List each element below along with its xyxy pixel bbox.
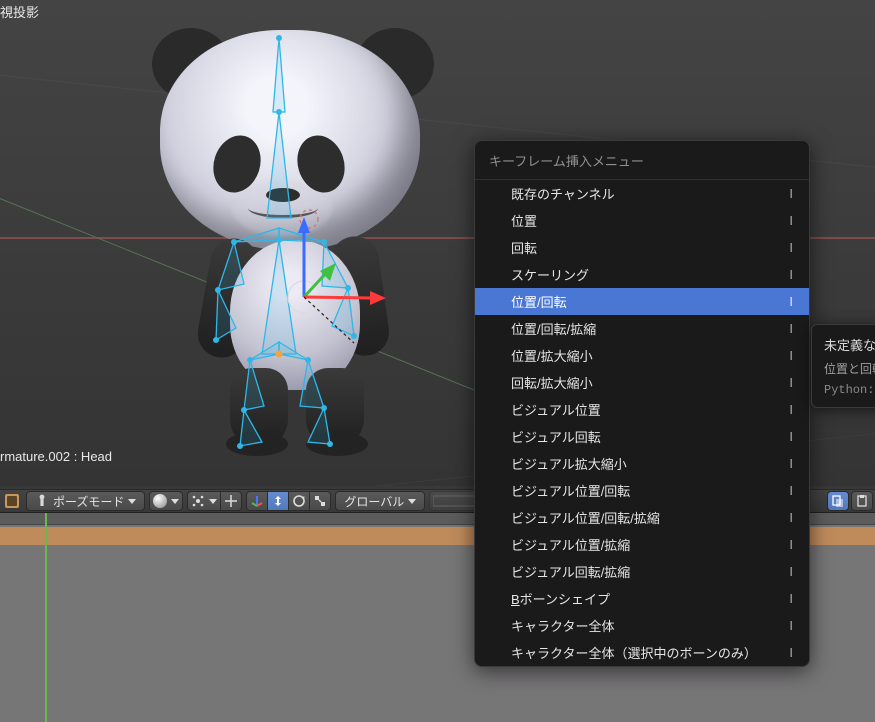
tooltip-description: 位置と回転 <box>824 360 875 377</box>
projection-label: 視投影 <box>0 2 39 21</box>
menu-item-label: 位置 <box>511 211 537 230</box>
gizmo-group <box>246 491 331 511</box>
menu-item-shortcut: I <box>789 591 793 606</box>
menu-item-label: キャラクター全体（選択中のボーンのみ） <box>511 643 757 662</box>
menu-items: 既存のチャンネルI位置I回転IスケーリングI位置/回転I位置/回転/拡縮I位置/… <box>475 180 809 666</box>
menu-item-shortcut: I <box>789 402 793 417</box>
panda-foot-left <box>226 432 288 456</box>
rotate-icon <box>292 494 306 508</box>
menu-title: キーフレーム挿入メニュー <box>475 141 809 180</box>
pivot-group <box>187 491 242 511</box>
pivot-dropdown[interactable] <box>187 491 220 511</box>
center-only-icon <box>224 494 238 508</box>
menu-item-label: スケーリング <box>511 265 589 284</box>
menu-item[interactable]: キャラクター全体（選択中のボーンのみ） I <box>475 639 809 666</box>
translate-icon <box>271 494 285 508</box>
menu-item[interactable]: 既存のチャンネル I <box>475 180 809 207</box>
menu-item[interactable]: 位置 I <box>475 207 809 234</box>
character-panda <box>150 20 430 460</box>
menu-item-shortcut: I <box>789 294 793 309</box>
menu-item-shortcut: I <box>789 213 793 228</box>
menu-item-label: Bボーンシェイプ <box>511 589 610 608</box>
chevron-down-icon <box>209 499 217 504</box>
menu-item[interactable]: ビジュアル位置/拡縮 I <box>475 531 809 558</box>
timeline-playhead[interactable] <box>45 513 47 722</box>
menu-item-label: ビジュアル回転/拡縮 <box>511 562 630 581</box>
menu-item-label: キャラクター全体 <box>511 616 614 635</box>
menu-item[interactable]: 位置/回転/拡縮 I <box>475 315 809 342</box>
gizmo-translate-toggle[interactable] <box>267 491 288 511</box>
panda-mouth <box>248 198 318 218</box>
menu-item[interactable]: ビジュアル拡大縮小 I <box>475 450 809 477</box>
chevron-down-icon <box>128 499 136 504</box>
menu-item[interactable]: 回転/拡大縮小 I <box>475 369 809 396</box>
gizmo-scale-toggle[interactable] <box>309 491 331 511</box>
menu-item-label: ビジュアル拡大縮小 <box>511 454 627 473</box>
gizmo-rotate-toggle[interactable] <box>288 491 309 511</box>
selection-label: rmature.002 : Head <box>0 449 112 464</box>
menu-item-shortcut: I <box>789 348 793 363</box>
tooltip-title: 未定義なら <box>824 335 875 354</box>
menu-item-shortcut: I <box>789 456 793 471</box>
menu-item[interactable]: ビジュアル回転/拡縮 I <box>475 558 809 585</box>
menu-item-label: 既存のチャンネル <box>511 184 615 203</box>
menu-item[interactable]: 位置/拡大縮小 I <box>475 342 809 369</box>
menu-item-shortcut: I <box>789 645 793 660</box>
menu-item-shortcut: I <box>789 321 793 336</box>
menu-item[interactable]: ビジュアル位置 I <box>475 396 809 423</box>
menu-item-shortcut: I <box>789 375 793 390</box>
menu-item[interactable]: 位置/回転 I <box>475 288 809 315</box>
chevron-down-icon <box>171 499 179 504</box>
mode-dropdown[interactable]: ポーズモード <box>26 491 145 511</box>
pivot-median-icon <box>191 494 205 508</box>
menu-item-label: 位置/回転 <box>511 292 567 311</box>
insert-keyframe-menu: キーフレーム挿入メニュー 既存のチャンネルI位置I回転IスケーリングI位置/回転… <box>474 140 810 667</box>
copy-icon <box>831 494 845 508</box>
menu-item-shortcut: I <box>789 510 793 525</box>
header-right-group <box>827 491 873 511</box>
orientation-label: グローバル <box>344 493 404 510</box>
menu-item-shortcut: I <box>789 483 793 498</box>
shading-dropdown[interactable] <box>149 491 183 511</box>
menu-item-label: 回転 <box>511 238 537 257</box>
menu-item-shortcut: I <box>789 618 793 633</box>
menu-item-label: ビジュアル位置 <box>511 400 601 419</box>
tooltip-python: Python: <box>824 383 875 397</box>
editor-type-icon[interactable] <box>2 491 22 511</box>
pose-mode-icon <box>35 494 49 508</box>
menu-item-label: 位置/回転/拡縮 <box>511 319 596 338</box>
chevron-down-icon <box>408 499 416 504</box>
scale-icon <box>313 494 327 508</box>
mode-label: ポーズモード <box>53 493 124 510</box>
menu-item-shortcut: I <box>789 240 793 255</box>
menu-item[interactable]: Bボーンシェイプ I <box>475 585 809 612</box>
menu-item-shortcut: I <box>789 537 793 552</box>
menu-item[interactable]: ビジュアル回転 I <box>475 423 809 450</box>
menu-item-label: ビジュアル位置/拡縮 <box>511 535 630 554</box>
copy-attr-button[interactable] <box>827 491 849 511</box>
menu-item[interactable]: ビジュアル位置/回転/拡縮 I <box>475 504 809 531</box>
menu-item-label: ビジュアル位置/回転 <box>511 481 630 500</box>
menu-item-shortcut: I <box>789 429 793 444</box>
menu-item-shortcut: I <box>789 267 793 282</box>
menu-item[interactable]: ビジュアル位置/回転 I <box>475 477 809 504</box>
menu-item[interactable]: キャラクター全体 I <box>475 612 809 639</box>
panda-foot-right <box>306 432 368 456</box>
paste-icon <box>855 494 869 508</box>
gizmo-translate[interactable] <box>246 491 267 511</box>
menu-item-label: 回転/拡大縮小 <box>511 373 593 392</box>
menu-item-shortcut: I <box>789 186 793 201</box>
menu-item-label: 位置/拡大縮小 <box>511 346 593 365</box>
axes-icon <box>250 494 264 508</box>
paste-attr-button[interactable] <box>851 491 873 511</box>
manipulate-center-toggle[interactable] <box>220 491 242 511</box>
orientation-dropdown[interactable]: グローバル <box>335 491 425 511</box>
matcap-icon <box>153 494 167 508</box>
menu-item-label: ビジュアル位置/回転/拡縮 <box>511 508 660 527</box>
menu-item[interactable]: 回転 I <box>475 234 809 261</box>
menu-item-label: ビジュアル回転 <box>511 427 601 446</box>
menu-item-shortcut: I <box>789 564 793 579</box>
menu-tooltip: 未定義なら 位置と回転 Python: <box>811 324 875 408</box>
menu-item[interactable]: スケーリング I <box>475 261 809 288</box>
